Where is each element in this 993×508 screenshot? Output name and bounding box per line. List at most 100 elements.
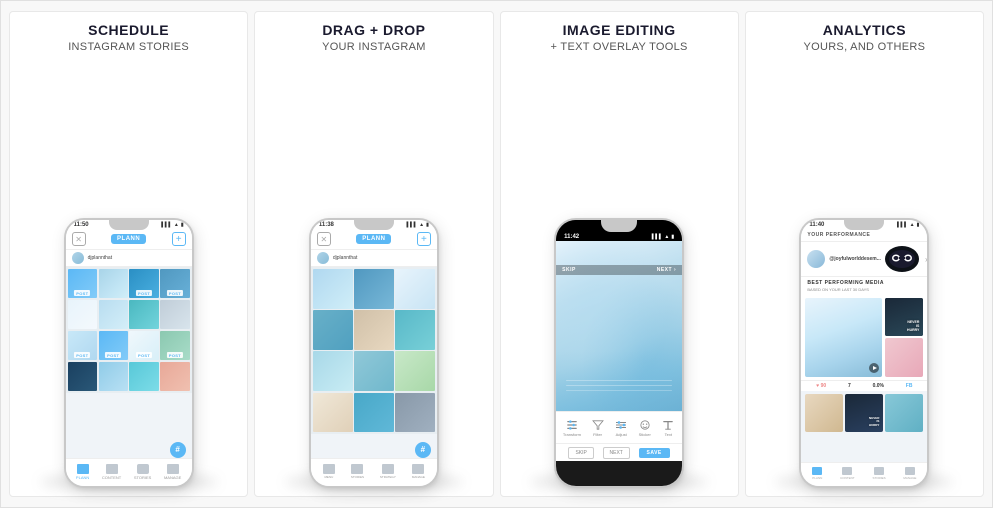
transform-label: Transform	[563, 432, 581, 437]
dd-cell-1[interactable]	[313, 269, 353, 309]
grid-cell-13[interactable]	[68, 362, 97, 391]
play-icon[interactable]	[869, 363, 879, 373]
add-btn-1[interactable]: +	[172, 232, 186, 246]
nav-item-stories[interactable]: STORIES	[134, 464, 152, 480]
perf-header-text: YOUR PERFORMANCE	[807, 232, 870, 238]
analytics-nav-content[interactable]: CONTENT	[840, 467, 855, 480]
nav-item-manage2[interactable]: MANAGE	[412, 464, 425, 479]
analytics-grid-item-1[interactable]: NEVERISHURRY	[845, 394, 883, 432]
hash-icon-2: #	[421, 446, 425, 454]
grid-cell-9[interactable]: POST	[68, 331, 97, 360]
grid-cell-1[interactable]: POST	[68, 269, 97, 298]
grid-cell-5[interactable]	[68, 300, 97, 329]
grid-cell-3[interactable]: POST	[129, 269, 158, 298]
dd-cell-7[interactable]	[313, 351, 353, 391]
analytics-grid-item-2[interactable]	[885, 394, 923, 432]
hash-badge-1[interactable]: #	[170, 442, 186, 458]
battery-icon-1: ▮	[181, 222, 184, 228]
analytics-nav-manage[interactable]: MANAGE	[903, 467, 916, 480]
nav-item-manage[interactable]: MANAGE	[164, 464, 181, 480]
grid-cell-11[interactable]: POST	[129, 331, 158, 360]
grid-cell-4[interactable]: POST	[160, 269, 189, 298]
next-button[interactable]: NEXT	[603, 447, 630, 459]
grid-cell-7[interactable]	[129, 300, 158, 329]
analytics-bottom-grid: NEVERISHURRY	[801, 391, 927, 435]
based-on-subtitle: BASED ON YOUR LAST 30 DAYS	[801, 287, 927, 295]
tool-transform[interactable]: Transform	[563, 419, 581, 437]
dd-cell-2[interactable]	[354, 269, 394, 309]
nav-label-manage2: MANAGE	[412, 475, 425, 479]
nav-label-strategy: STRATEGY	[380, 475, 396, 479]
filter-label: Filter	[593, 432, 602, 437]
stat-fb-val: FB	[906, 383, 913, 389]
nav-item-strategy[interactable]: STRATEGY	[380, 464, 396, 479]
grid-cell-14[interactable]	[99, 362, 128, 391]
media-thumb-2[interactable]	[885, 338, 923, 376]
tool-sticker[interactable]: Sticker	[638, 419, 652, 437]
sticker-icon	[638, 419, 652, 431]
dd-cell-9[interactable]	[395, 351, 435, 391]
phone-wrapper-1: 11:50 ▌▌▌ ▲ ▮ ✕ PLANN +	[18, 61, 239, 488]
mask-icon	[885, 246, 919, 272]
play-triangle	[873, 366, 877, 370]
grid-cell-2[interactable]	[99, 269, 128, 298]
grid-cell-16[interactable]	[160, 362, 189, 391]
card-subtitle-analytics: YOURS, AND OTHERS	[803, 41, 925, 53]
card-subtitle-editing: + TEXT OVERLAY TOOLS	[551, 41, 688, 53]
app-header-2: ✕ PLANN +	[311, 229, 437, 250]
grid-cell-10[interactable]: POST	[99, 331, 128, 360]
grid-cell-15[interactable]	[129, 362, 158, 391]
status-icons-3: ▌▌▌ ▲ ▮	[652, 234, 674, 240]
main-container: SCHEDULE INSTAGRAM STORIES 11:50 ▌▌▌ ▲ ▮	[1, 1, 992, 507]
save-button[interactable]: SAVE	[639, 448, 670, 458]
dd-cell-12[interactable]	[395, 393, 435, 433]
tool-text[interactable]: Text	[661, 419, 675, 437]
skip-button[interactable]: SKIP	[568, 447, 593, 459]
feature-card-analytics: ANALYTICS YOURS, AND OTHERS 11:40 ▌▌▌ ▲ …	[745, 11, 984, 497]
app-header-1: ✕ PLANN +	[66, 229, 192, 250]
dd-cell-8[interactable]	[354, 351, 394, 391]
username-avatar-2	[317, 252, 329, 264]
username-text-1: djplannthat	[88, 255, 112, 261]
dd-cell-5[interactable]	[354, 310, 394, 350]
phone-notch-2	[354, 220, 394, 230]
nav-item-stories2[interactable]: STORIES	[351, 464, 364, 479]
add-btn-2[interactable]: +	[417, 232, 431, 246]
dd-cell-6[interactable]	[395, 310, 435, 350]
grid-text-overlay: NEVERISHURRY	[869, 417, 880, 428]
grid-cell-6[interactable]	[99, 300, 128, 329]
media-thumb-1[interactable]: NEVER IS HURRY	[885, 298, 923, 336]
stats-row: ♥ 90 7 0.0% FB	[801, 380, 927, 391]
dd-cell-4[interactable]	[313, 310, 353, 350]
media-main-thumb[interactable]	[805, 298, 882, 377]
dd-cell-3[interactable]	[395, 269, 435, 309]
card-subtitle-drag-drop: YOUR INSTAGRAM	[322, 41, 426, 53]
close-btn-2[interactable]: ✕	[317, 232, 331, 246]
hash-badge-2[interactable]: #	[415, 442, 431, 458]
analytics-nav-plann[interactable]: PLANN	[812, 467, 822, 480]
overlay-line3: HURRY	[907, 328, 919, 332]
analytics-grid-item-0[interactable]	[805, 394, 843, 432]
app-logo-1: PLANN	[111, 234, 146, 244]
feature-card-editing: IMAGE EDITING + TEXT OVERLAY TOOLS 11:42…	[500, 11, 739, 497]
stat-hearts: ♥ 90	[816, 383, 826, 389]
next-btn-top[interactable]: NEXT ›	[657, 267, 676, 273]
grid-cell-12[interactable]: POST	[160, 331, 189, 360]
dd-cell-10[interactable]	[313, 393, 353, 433]
nav-icon-content	[106, 464, 118, 474]
card-title-schedule: SCHEDULE	[88, 22, 169, 39]
skip-btn-label[interactable]: SKIP	[562, 267, 576, 273]
dd-cell-11[interactable]	[354, 393, 394, 433]
nav-item-menu[interactable]: MENU	[323, 464, 335, 479]
phone-screen-1: 11:50 ▌▌▌ ▲ ▮ ✕ PLANN +	[66, 220, 192, 486]
nav-item-content[interactable]: CONTENT	[102, 464, 121, 480]
close-btn-1[interactable]: ✕	[72, 232, 86, 246]
tool-filter[interactable]: Filter	[591, 419, 605, 437]
nav-item-plann[interactable]: PLANN	[76, 464, 89, 480]
grid-cell-8[interactable]	[160, 300, 189, 329]
phone-wrapper-2: 11:38 ▌▌▌ ▲ ▮ ✕ PLANN + djp	[263, 61, 484, 488]
analytics-nav-stories[interactable]: STORIES	[872, 467, 885, 480]
text-tool-icon	[661, 419, 675, 431]
stat-comments: 7	[848, 383, 851, 389]
tool-adjust[interactable]: Adjust	[614, 419, 628, 437]
